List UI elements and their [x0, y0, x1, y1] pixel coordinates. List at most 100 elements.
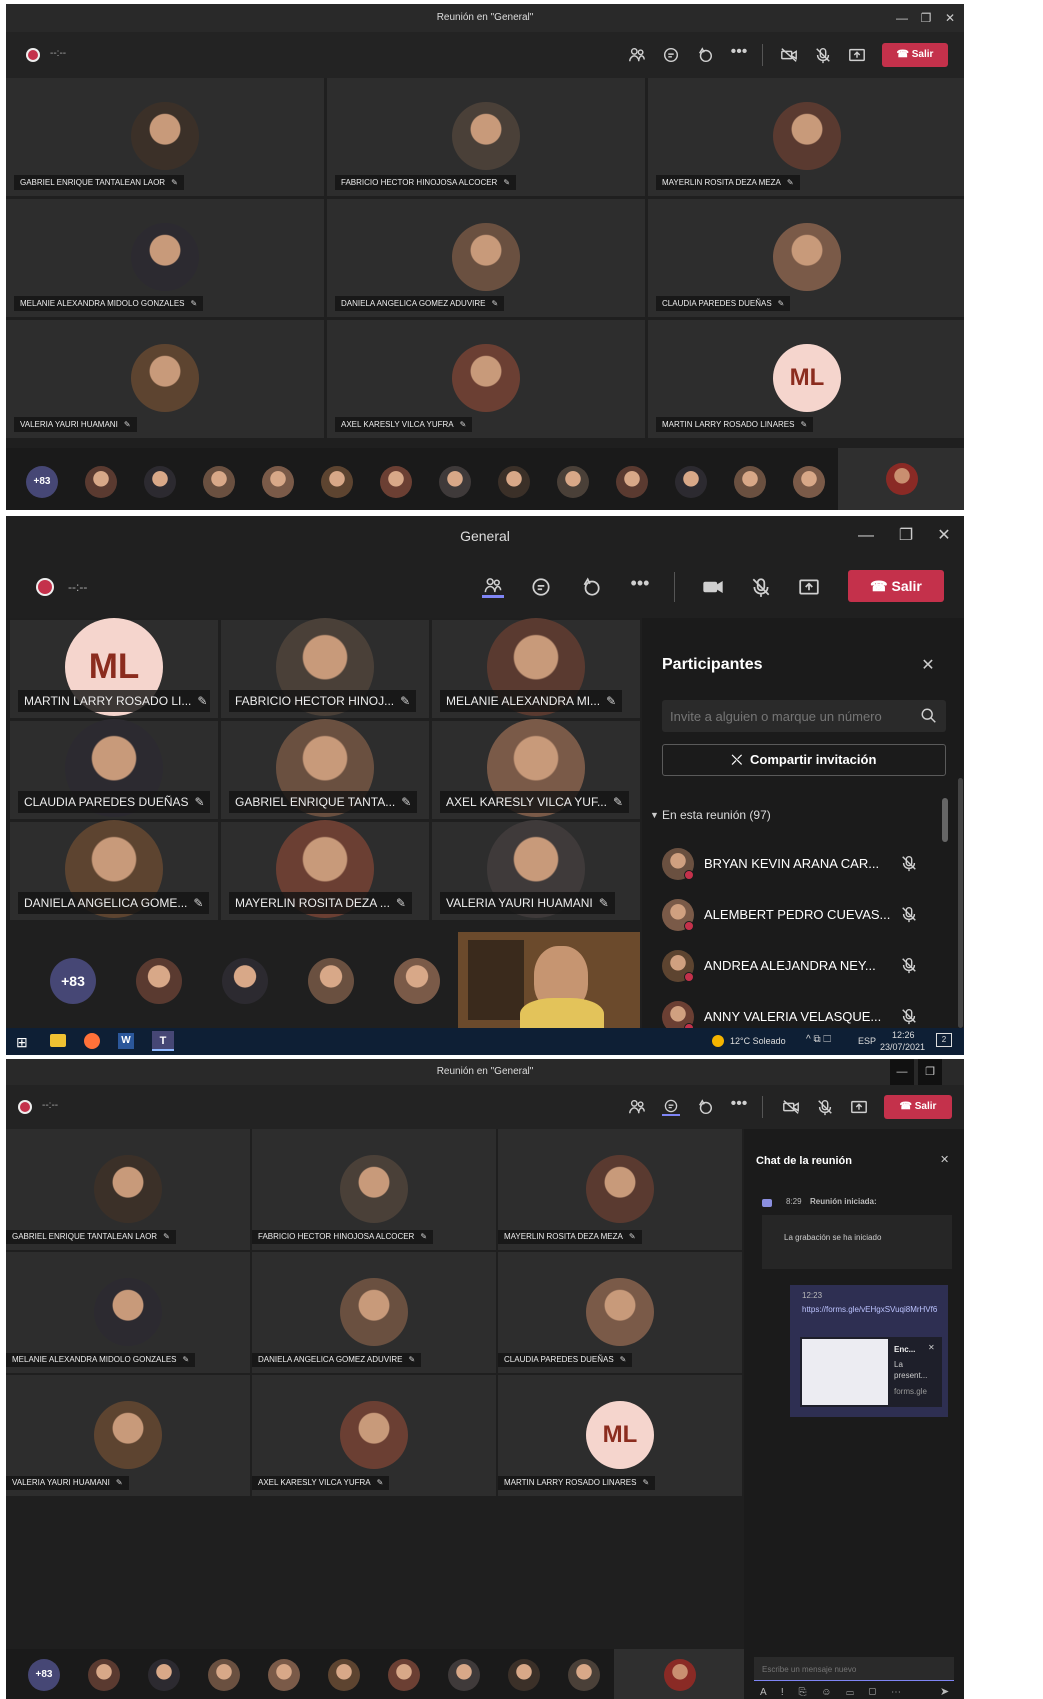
- video-tile[interactable]: AXEL KARESLY VILCA YUF... ✎: [432, 719, 640, 819]
- mic-off-icon[interactable]: [900, 905, 918, 923]
- close-window-button[interactable]: ✕: [940, 4, 960, 32]
- file-explorer-icon[interactable]: [50, 1034, 66, 1047]
- weather-text[interactable]: 12°C Soleado: [730, 1036, 786, 1046]
- participant-thumbnail[interactable]: [734, 466, 766, 498]
- link-preview-card[interactable]: Enc... ✕ La present... forms.gle: [800, 1337, 942, 1407]
- share-tray-icon[interactable]: [848, 46, 866, 64]
- video-tile[interactable]: DANIELA ANGELICA GOMEZ ADUVIRE ✎: [327, 199, 645, 317]
- chat-icon[interactable]: [530, 576, 552, 598]
- participants-scrollbar-outer[interactable]: [958, 778, 963, 1028]
- restore-button[interactable]: ❐: [894, 516, 918, 556]
- video-tile[interactable]: ML MARTIN LARRY ROSADO LINARES ✎: [498, 1375, 742, 1496]
- video-tile[interactable]: FABRICIO HECTOR HINOJ... ✎: [221, 618, 429, 718]
- video-tile[interactable]: VALERIA YAURI HUAMANI ✎: [6, 320, 324, 438]
- notifications-icon[interactable]: 2: [936, 1033, 952, 1047]
- video-tile[interactable]: CLAUDIA PAREDES DUEÑAS ✎: [648, 199, 964, 317]
- mic-off-icon[interactable]: [816, 1098, 834, 1116]
- send-icon[interactable]: ➤: [940, 1685, 949, 1698]
- close-icon[interactable]: ✕: [920, 658, 936, 674]
- video-tile[interactable]: FABRICIO HECTOR HINOJOSA ALCOCER ✎: [327, 78, 645, 196]
- camera-off-icon[interactable]: [782, 1098, 800, 1116]
- minimize-button[interactable]: —: [890, 1059, 914, 1085]
- participants-icon[interactable]: [628, 46, 646, 64]
- participant-thumbnail[interactable]: [208, 1659, 240, 1691]
- participant-thumbnail[interactable]: [308, 958, 354, 1004]
- compose-box[interactable]: [754, 1657, 954, 1681]
- participant-thumbnail[interactable]: [136, 958, 182, 1004]
- minimize-button[interactable]: —: [854, 516, 878, 556]
- chat-icon[interactable]: [662, 46, 680, 64]
- participant-thumbnail[interactable]: [616, 466, 648, 498]
- video-tile[interactable]: AXEL KARESLY VILCA YUFRA ✎: [327, 320, 645, 438]
- more-participants-button[interactable]: +83: [50, 958, 96, 1004]
- participant-thumbnail[interactable]: [268, 1659, 300, 1691]
- start-icon[interactable]: ⊞: [16, 1034, 28, 1051]
- more-options-icon[interactable]: •••: [730, 44, 748, 62]
- restore-button[interactable]: ❐: [918, 1059, 942, 1085]
- video-tile[interactable]: GABRIEL ENRIQUE TANTALEAN LAOR ✎: [6, 1129, 250, 1250]
- video-tile[interactable]: VALERIA YAURI HUAMANI ✎: [432, 820, 640, 920]
- invite-input[interactable]: [670, 706, 910, 726]
- close-icon[interactable]: ✕: [940, 1153, 949, 1166]
- video-tile[interactable]: DANIELA ANGELICA GOMEZ ADUVIRE ✎: [252, 1252, 496, 1373]
- more-participants-button[interactable]: +83: [28, 1659, 60, 1691]
- clock-time[interactable]: 12:26: [892, 1030, 915, 1040]
- more-participants-button[interactable]: +83: [26, 466, 58, 498]
- search-icon[interactable]: [920, 707, 938, 725]
- close-window-button[interactable]: ✕: [932, 516, 956, 556]
- participants-icon[interactable]: [482, 576, 504, 598]
- leave-button[interactable]: ☎ Salir: [884, 1095, 952, 1119]
- participant-thumbnail[interactable]: [222, 958, 268, 1004]
- reactions-icon[interactable]: [580, 576, 602, 598]
- participant-thumbnail[interactable]: [394, 958, 440, 1004]
- video-tile[interactable]: CLAUDIA PAREDES DUEÑAS ✎: [10, 719, 218, 819]
- reactions-icon[interactable]: [696, 46, 714, 64]
- participant-thumbnail[interactable]: [144, 466, 176, 498]
- chevron-down-icon[interactable]: ▼: [650, 810, 659, 820]
- video-tile[interactable]: VALERIA YAURI HUAMANI ✎: [6, 1375, 250, 1496]
- participant-thumbnail[interactable]: [568, 1659, 600, 1691]
- reactions-icon[interactable]: [696, 1098, 714, 1116]
- participant-row[interactable]: ALEMBERT PEDRO CUEVAS...: [662, 895, 932, 935]
- language-indicator[interactable]: ESP: [858, 1036, 876, 1046]
- share-tray-icon[interactable]: [850, 1098, 868, 1116]
- leave-button[interactable]: ☎ Salir: [848, 570, 944, 602]
- invite-search-box[interactable]: [662, 700, 946, 732]
- restore-button[interactable]: ❐: [916, 4, 936, 32]
- chat-icon[interactable]: [662, 1098, 680, 1116]
- message-link[interactable]: https://forms.gle/vEHgxSVuqi8MrHVf6: [802, 1303, 942, 1316]
- participants-scrollbar[interactable]: [942, 798, 948, 842]
- clock-date[interactable]: 23/07/2021: [880, 1042, 925, 1052]
- word-icon[interactable]: W: [118, 1033, 134, 1049]
- minimize-button[interactable]: —: [892, 4, 912, 32]
- compose-toolbar[interactable]: A ! ⎘ ☺ ▭ ▢ ⋯: [760, 1687, 907, 1698]
- participant-thumbnail[interactable]: [557, 466, 589, 498]
- participant-thumbnail[interactable]: [793, 466, 825, 498]
- participants-icon[interactable]: [628, 1098, 646, 1116]
- participant-thumbnail[interactable]: [448, 1659, 480, 1691]
- video-tile[interactable]: MELANIE ALEXANDRA MIDOLO GONZALES ✎: [6, 199, 324, 317]
- camera-icon[interactable]: [702, 576, 724, 598]
- participant-row[interactable]: ANDREA ALEJANDRA NEY...: [662, 946, 932, 986]
- video-tile[interactable]: ML MARTIN LARRY ROSADO LINARES ✎: [648, 320, 964, 438]
- video-tile[interactable]: MAYERLIN ROSITA DEZA MEZA ✎: [648, 78, 964, 196]
- mic-off-icon[interactable]: [900, 956, 918, 974]
- share-tray-icon[interactable]: [798, 576, 820, 598]
- participant-thumbnail[interactable]: [675, 466, 707, 498]
- share-invite-button[interactable]: ⤬ Compartir invitación: [662, 744, 946, 776]
- participant-thumbnail[interactable]: [328, 1659, 360, 1691]
- tray-icons[interactable]: ^ ⧉ ☐: [806, 1034, 831, 1045]
- leave-button[interactable]: ☎ Salir: [882, 43, 948, 67]
- mic-off-icon[interactable]: [900, 1007, 918, 1025]
- mic-off-icon[interactable]: [750, 576, 772, 598]
- participant-thumbnail[interactable]: [203, 466, 235, 498]
- video-tile[interactable]: MAYERLIN ROSITA DEZA ... ✎: [221, 820, 429, 920]
- participant-thumbnail[interactable]: [262, 466, 294, 498]
- camera-off-icon[interactable]: [780, 46, 798, 64]
- participant-thumbnail[interactable]: [148, 1659, 180, 1691]
- participant-thumbnail[interactable]: [380, 466, 412, 498]
- participant-thumbnail[interactable]: [508, 1659, 540, 1691]
- participant-thumbnail[interactable]: [388, 1659, 420, 1691]
- video-tile[interactable]: DANIELA ANGELICA GOME... ✎: [10, 820, 218, 920]
- video-tile[interactable]: MELANIE ALEXANDRA MI... ✎: [432, 618, 640, 718]
